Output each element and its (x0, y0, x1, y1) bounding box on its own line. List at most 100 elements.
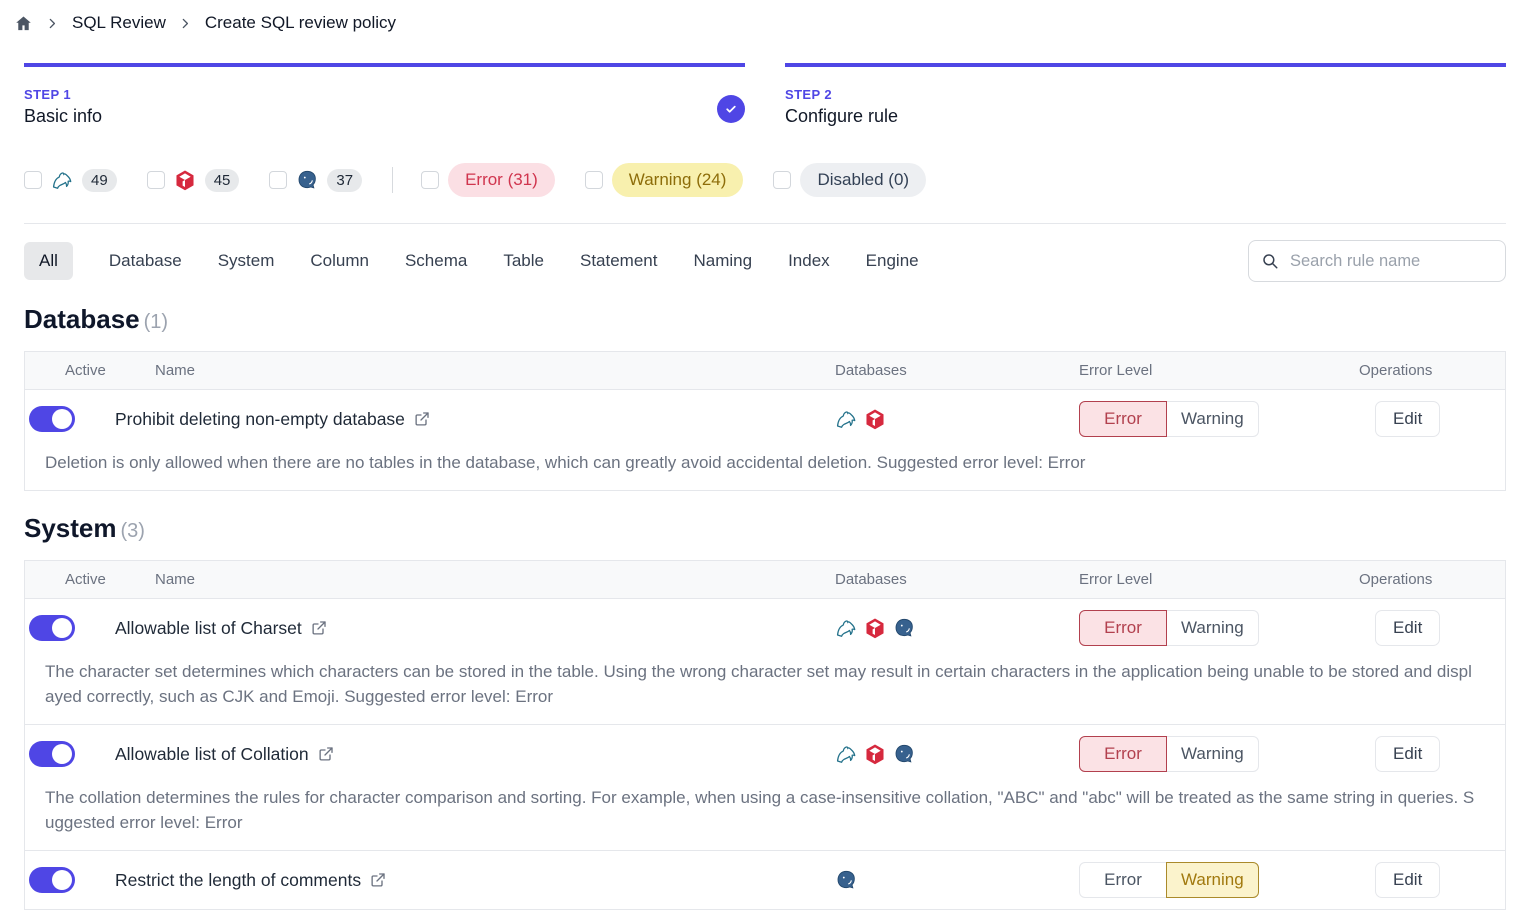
error-level-error-button[interactable]: Error (1079, 862, 1167, 898)
engine-count-badge: 49 (82, 169, 117, 192)
home-icon[interactable] (14, 14, 33, 33)
edit-button[interactable]: Edit (1375, 401, 1440, 437)
active-toggle[interactable] (29, 615, 75, 641)
section-name: Database (24, 304, 140, 334)
tidb-icon (864, 408, 886, 430)
chevron-right-icon (46, 17, 59, 30)
active-cell (25, 615, 115, 641)
level-filter-disabled[interactable]: Disabled (0) (773, 163, 926, 197)
tab-database[interactable]: Database (109, 242, 182, 280)
rule-allowable-list-of-charset: Allowable list of Charset ErrorWarningEd… (25, 599, 1505, 724)
rule-name: Prohibit deleting non-empty database (115, 409, 405, 430)
databases-cell (835, 869, 1065, 891)
tab-system[interactable]: System (218, 242, 275, 280)
tidb-icon (174, 169, 196, 191)
column-header-error-level: Error Level (1065, 571, 1335, 588)
edit-button[interactable]: Edit (1375, 862, 1440, 898)
column-header-name: Name (155, 571, 835, 588)
section-name: System (24, 513, 117, 543)
operations-cell: Edit (1335, 736, 1505, 772)
active-toggle[interactable] (29, 406, 75, 432)
rule-sections: Database(1)ActiveNameDatabasesError Leve… (24, 304, 1506, 910)
search-icon (1261, 252, 1279, 270)
rule-allowable-list-of-collation: Allowable list of Collation ErrorWarning… (25, 724, 1505, 850)
section-system: System(3) ActiveNameDatabasesError LevelO… (24, 513, 1506, 910)
section-database: Database(1) ActiveNameDatabasesError Leve… (24, 304, 1506, 491)
category-tabs-row: All Database System Column Schema Table Statem… (24, 240, 1506, 282)
external-link-icon[interactable] (370, 872, 386, 888)
tab-index[interactable]: Index (788, 242, 830, 280)
toggle-knob (52, 744, 72, 764)
external-link-icon[interactable] (414, 411, 430, 427)
step-2: STEP 2 Configure rule (785, 63, 1506, 127)
databases-cell (835, 408, 1065, 430)
name-cell: Allowable list of Collation (115, 744, 835, 765)
mysql-icon (835, 408, 857, 430)
engine-filter-mysql[interactable]: 49 (24, 169, 117, 192)
section-count: (1) (144, 311, 168, 333)
divider (24, 223, 1506, 224)
error-level-warning-button[interactable]: Warning (1166, 736, 1259, 772)
rule-table: ActiveNameDatabasesError LevelOperations… (24, 560, 1506, 910)
active-toggle[interactable] (29, 867, 75, 893)
mysql-icon (51, 169, 73, 191)
tab-all[interactable]: All (24, 242, 73, 280)
toggle-knob (52, 409, 72, 429)
column-header-databases: Databases (835, 571, 1065, 588)
column-header-databases: Databases (835, 362, 1065, 379)
checkbox[interactable] (585, 171, 603, 189)
checkbox[interactable] (773, 171, 791, 189)
tab-column[interactable]: Column (310, 242, 369, 280)
chevron-right-icon (179, 17, 192, 30)
step-2-label: STEP 2 (785, 87, 1506, 102)
column-header-error-level: Error Level (1065, 362, 1335, 379)
level-filter-error[interactable]: Error (31) (421, 163, 555, 197)
column-header-operations: Operations (1335, 571, 1505, 588)
error-level-error-button[interactable]: Error (1079, 736, 1167, 772)
step-1-label: STEP 1 (24, 87, 745, 102)
error-level-warning-button[interactable]: Warning (1166, 610, 1259, 646)
error-level-warning-button[interactable]: Warning (1166, 862, 1259, 898)
breadcrumb-sql-review[interactable]: SQL Review (72, 13, 166, 33)
external-link-icon[interactable] (311, 620, 327, 636)
rule-description: The collation determines the rules for c… (25, 783, 1505, 850)
checkbox[interactable] (269, 171, 287, 189)
column-header-name: Name (155, 362, 835, 379)
tab-table[interactable]: Table (503, 242, 544, 280)
checkbox[interactable] (147, 171, 165, 189)
edit-button[interactable]: Edit (1375, 610, 1440, 646)
tab-statement[interactable]: Statement (580, 242, 658, 280)
rule-description: Deletion is only allowed when there are … (25, 448, 1505, 490)
toggle-knob (52, 870, 72, 890)
edit-button[interactable]: Edit (1375, 736, 1440, 772)
table-header-row: ActiveNameDatabasesError LevelOperations (25, 561, 1505, 599)
search-rule-box[interactable] (1248, 240, 1506, 282)
engine-filter-postgres[interactable]: 37 (269, 169, 362, 192)
databases-cell (835, 617, 1065, 639)
step-2-title: Configure rule (785, 106, 1506, 127)
engine-filter-tidb[interactable]: 45 (147, 169, 240, 192)
tidb-icon (864, 743, 886, 765)
postgres-icon (296, 169, 318, 191)
checkbox[interactable] (421, 171, 439, 189)
checkbox[interactable] (24, 171, 42, 189)
breadcrumb-current-page: Create SQL review policy (205, 13, 396, 33)
active-toggle[interactable] (29, 741, 75, 767)
error-level-error-button[interactable]: Error (1079, 610, 1167, 646)
error-level-error-button[interactable]: Error (1079, 401, 1167, 437)
section-count: (3) (121, 520, 145, 542)
operations-cell: Edit (1335, 610, 1505, 646)
tab-engine[interactable]: Engine (866, 242, 919, 280)
level-filter-warning[interactable]: Warning (24) (585, 163, 744, 197)
search-rule-input[interactable] (1288, 251, 1493, 272)
section-title: System(3) (24, 513, 1506, 544)
column-header-active: Active (65, 362, 155, 379)
level-badge-error: Error (31) (448, 163, 555, 197)
rule-row: Allowable list of Charset ErrorWarningEd… (25, 599, 1505, 657)
tab-schema[interactable]: Schema (405, 242, 467, 280)
postgres-icon (893, 743, 915, 765)
tab-naming[interactable]: Naming (693, 242, 752, 280)
external-link-icon[interactable] (318, 746, 334, 762)
error-level-warning-button[interactable]: Warning (1166, 401, 1259, 437)
operations-cell: Edit (1335, 401, 1505, 437)
